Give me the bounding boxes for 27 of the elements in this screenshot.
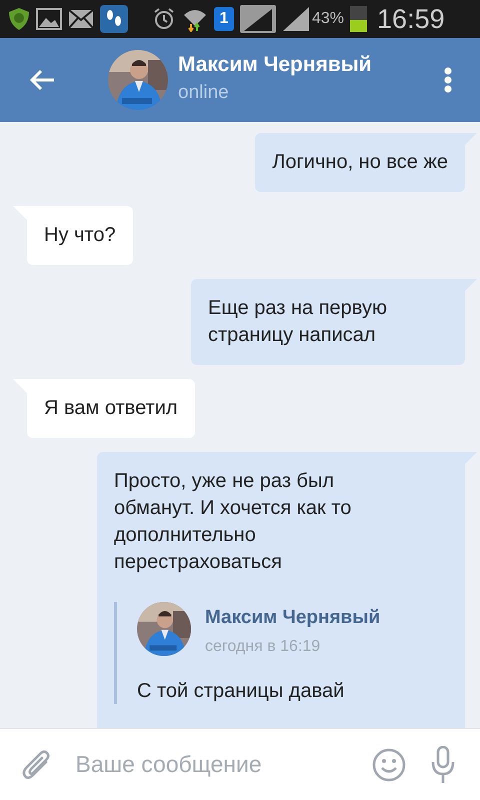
message-text: Ну что? <box>44 223 116 248</box>
signal-icon <box>282 6 310 32</box>
mail-icon <box>68 9 94 29</box>
alarm-clock-icon <box>152 7 176 31</box>
message-text: Я вам ответил <box>44 396 178 421</box>
signal-icon <box>240 5 276 33</box>
message-text: Логично, но все же <box>272 150 448 175</box>
clock-time: 16:59 <box>377 2 445 36</box>
message-text: Просто, уже не раз был обманут. И хочется как то дополнительно перестраховаться <box>114 469 352 575</box>
online-status: online <box>178 81 230 105</box>
microphone-icon <box>430 746 456 784</box>
image-icon <box>36 8 62 30</box>
back-arrow-icon <box>28 68 56 92</box>
battery-icon <box>350 6 368 32</box>
forward-time: сегодня в 16:19 <box>205 637 322 657</box>
sim-badge: 1 <box>214 7 234 31</box>
smiley-icon <box>372 748 406 782</box>
message-text: Еще раз на первую страницу написал <box>208 296 388 348</box>
shield-icon <box>8 7 30 31</box>
paperclip-icon <box>22 748 52 782</box>
battery-percent: 43% <box>312 9 344 29</box>
forward-author: Максим Чернявый <box>205 606 380 630</box>
more-icon <box>444 67 452 93</box>
message-input[interactable]: Ваше сообщение <box>76 747 372 782</box>
forward-text: С той страницы давай <box>137 679 346 704</box>
footprints-icon <box>100 5 128 33</box>
contact-name: Максим Чернявый <box>178 52 373 78</box>
